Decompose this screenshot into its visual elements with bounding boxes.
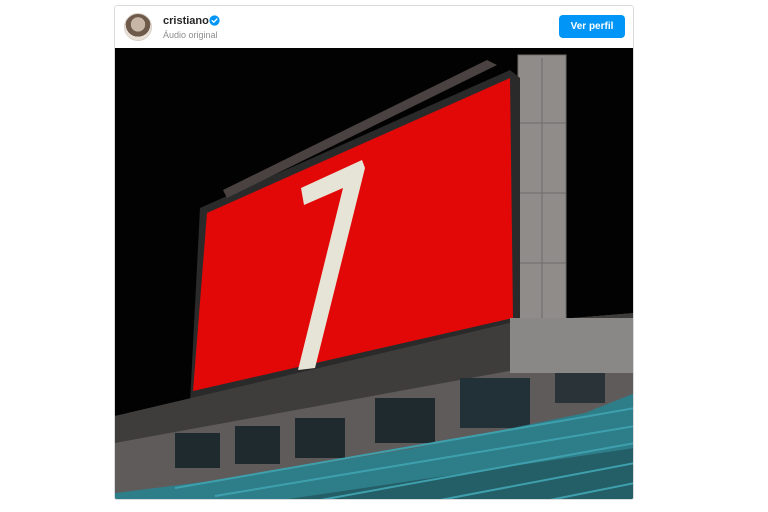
verified-badge-icon	[209, 15, 220, 26]
username-link[interactable]: cristiano	[163, 15, 209, 27]
post-header: cristiano Áudio original Ver perfil	[115, 6, 633, 48]
stadium-scoreboard-image: 7	[115, 48, 633, 499]
audio-label[interactable]: Áudio original	[163, 30, 218, 40]
scoreboard-number-text: 7	[115, 48, 116, 49]
profile-avatar[interactable]	[124, 13, 152, 41]
view-profile-button[interactable]: Ver perfil	[559, 15, 625, 38]
post-image[interactable]: 7	[115, 48, 633, 499]
embedded-post-card: cristiano Áudio original Ver perfil 7	[114, 5, 634, 500]
